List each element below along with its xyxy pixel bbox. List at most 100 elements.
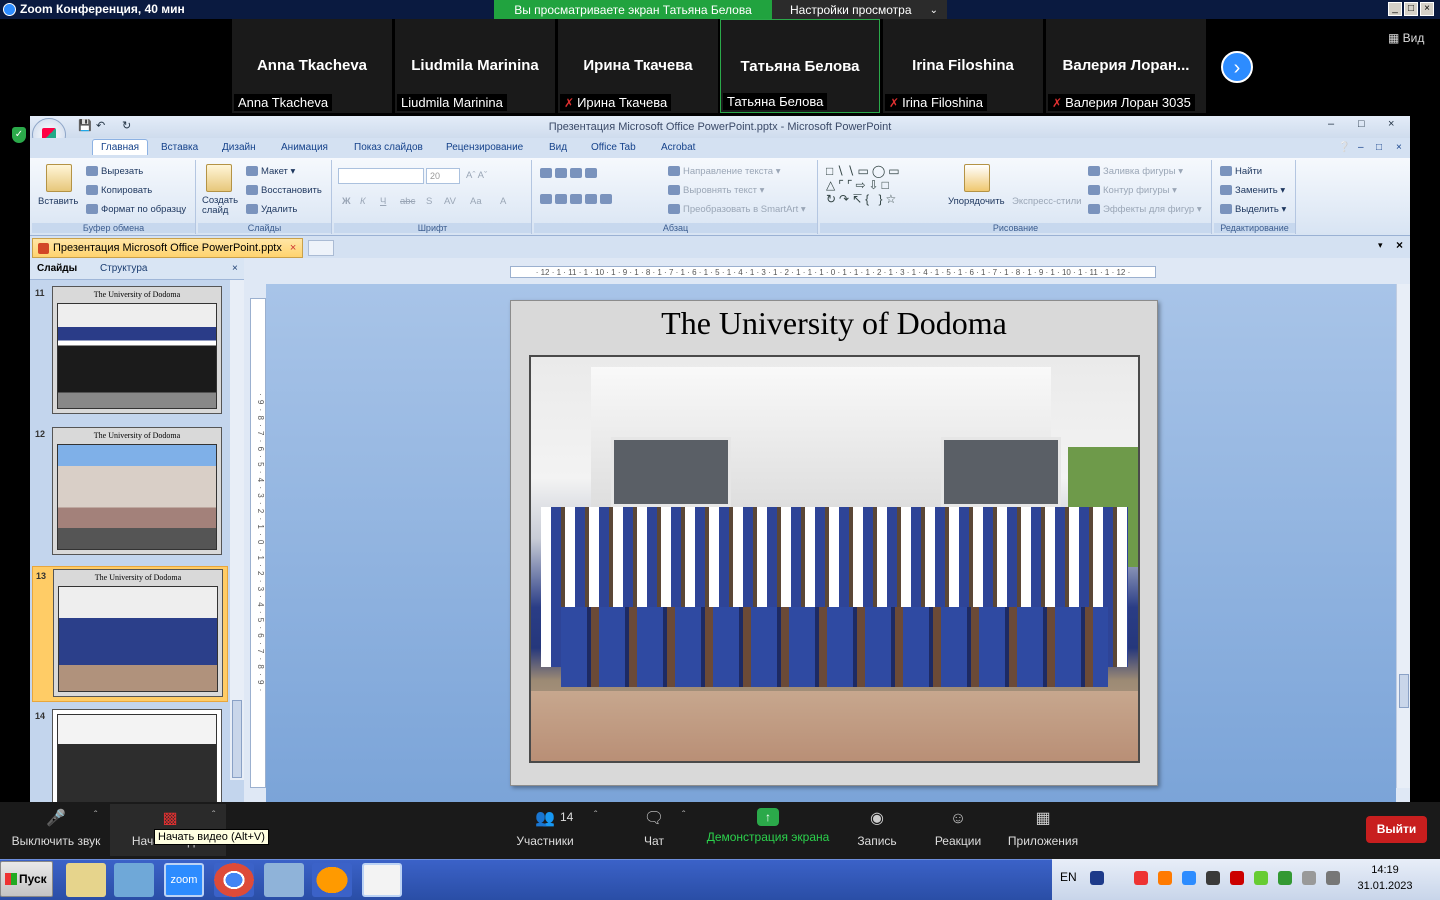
start-button[interactable]: Пуск: [0, 861, 53, 897]
ribbon-restore-icon[interactable]: □: [1376, 142, 1382, 153]
close-panel-icon[interactable]: ×: [232, 263, 238, 274]
view-button[interactable]: ▦ Вид: [1388, 31, 1424, 45]
delete-slide-button[interactable]: Удалить: [246, 204, 297, 215]
close-document-icon[interactable]: ×: [1396, 238, 1403, 252]
scrollbar-thumb[interactable]: [1399, 674, 1409, 708]
chat-button[interactable]: 🗨 Чат ˆ: [636, 808, 686, 848]
acrobat-tray-icon[interactable]: [1230, 871, 1244, 885]
slide-thumbnail[interactable]: 11 The University of Dodoma: [32, 284, 228, 420]
participant-tile[interactable]: Liudmila Marinina Liudmila Marinina: [395, 19, 555, 113]
new-tab-button[interactable]: [308, 240, 334, 256]
avast-tray-icon[interactable]: [1158, 871, 1172, 885]
network-tray-icon[interactable]: [1278, 871, 1292, 885]
slide-thumbnail[interactable]: 12 The University of Dodoma: [32, 425, 228, 561]
ppt-minimize-icon[interactable]: –: [1328, 118, 1334, 130]
tab-list-icon[interactable]: ▾: [1378, 240, 1383, 251]
ribbon-minimize-icon[interactable]: –: [1358, 142, 1364, 153]
close-tab-icon[interactable]: ×: [290, 242, 296, 254]
layout-button[interactable]: Макет ▾: [246, 166, 295, 177]
yandex-tray-icon[interactable]: [1134, 871, 1148, 885]
clock-time[interactable]: 14:19: [1360, 864, 1410, 876]
shape-fill-button[interactable]: Заливка фигуры ▾: [1088, 166, 1183, 177]
reset-button[interactable]: Восстановить: [246, 185, 322, 196]
nvidia-tray-icon[interactable]: [1254, 871, 1268, 885]
tab-slides[interactable]: Слайды: [37, 263, 77, 274]
share-screen-button[interactable]: ↑ Демонстрация экрана: [704, 808, 832, 844]
security-shield-icon[interactable]: ✓: [12, 127, 26, 143]
copy-button[interactable]: Копировать: [86, 185, 152, 196]
document-tab[interactable]: Презентация Microsoft Office PowerPoint.…: [32, 238, 304, 258]
font-color-icon[interactable]: A: [500, 196, 506, 207]
paste-button[interactable]: Вставить: [38, 196, 78, 207]
reactions-button[interactable]: ☺ Реакции: [930, 808, 986, 848]
bold-icon[interactable]: Ж: [342, 196, 351, 207]
shapes-gallery[interactable]: □∖∖▭◯▭ △⌜⌜⇨⇩□ ↻↷↸{ }☆: [826, 164, 903, 206]
underline-icon[interactable]: Ч: [380, 196, 386, 207]
document-taskbar-icon[interactable]: [362, 863, 402, 897]
tab-slideshow[interactable]: Показ слайдов: [354, 142, 423, 153]
bullets-icon[interactable]: [540, 168, 600, 179]
align-text-button[interactable]: Выровнять текст ▾: [668, 185, 764, 196]
case-icon[interactable]: Aa: [470, 196, 482, 207]
shadow-icon[interactable]: S: [426, 196, 432, 207]
font-size-field[interactable]: 20: [426, 168, 460, 184]
tab-animation[interactable]: Анимация: [281, 142, 328, 153]
save-icon[interactable]: 💾: [78, 119, 92, 132]
mute-button[interactable]: 🎤 Выключить звук ˆ: [8, 808, 104, 848]
shape-effects-button[interactable]: Эффекты для фигур ▾: [1088, 204, 1202, 215]
battery-tray-icon[interactable]: [1326, 871, 1340, 885]
next-page-arrow-icon[interactable]: ›: [1221, 51, 1253, 83]
zoom-taskbar-icon[interactable]: zoom: [164, 863, 204, 897]
ppt-close-icon[interactable]: ×: [1388, 118, 1394, 130]
language-indicator[interactable]: EN: [1060, 870, 1077, 884]
apps-button[interactable]: ▦ Приложения: [1004, 808, 1082, 848]
new-slide-button[interactable]: Создать слайд: [202, 196, 242, 216]
slide-title[interactable]: The University of Dodoma: [511, 305, 1157, 342]
select-button[interactable]: Выделить ▾: [1220, 204, 1286, 215]
participant-tile[interactable]: Anna Tkacheva Anna Tkacheva: [232, 19, 392, 113]
ppt-maximize-icon[interactable]: □: [1358, 118, 1365, 130]
close-button[interactable]: ×: [1420, 2, 1434, 16]
minimize-button[interactable]: _: [1388, 2, 1402, 16]
participants-button[interactable]: 👥 Участники 14 ˆ: [508, 808, 597, 848]
italic-icon[interactable]: К: [360, 196, 366, 207]
tab-design[interactable]: Дизайн: [222, 142, 256, 153]
explorer-taskbar-icon[interactable]: [66, 863, 106, 897]
app-tray-icon[interactable]: [1206, 871, 1220, 885]
firefox-taskbar-icon[interactable]: [312, 863, 352, 897]
folder-taskbar-icon[interactable]: [264, 863, 304, 897]
find-button[interactable]: Найти: [1220, 166, 1262, 177]
redo-icon[interactable]: ↻: [122, 119, 131, 132]
arrange-button[interactable]: Упорядочить: [948, 196, 1005, 207]
participant-tile[interactable]: Ирина Ткачева ✗ Ирина Ткачева: [558, 19, 718, 113]
undo-icon[interactable]: ↶: [96, 119, 105, 132]
participant-tile[interactable]: Irina Filoshina ✗ Irina Filoshina: [883, 19, 1043, 113]
main-scrollbar[interactable]: [1396, 284, 1410, 788]
quick-styles-button[interactable]: Экспресс-стили: [1012, 196, 1081, 207]
chrome-taskbar-icon[interactable]: [214, 863, 254, 897]
tab-insert[interactable]: Вставка: [161, 142, 198, 153]
text-direction-button[interactable]: Направление текста ▾: [668, 166, 780, 177]
tab-outline[interactable]: Структура: [100, 263, 147, 274]
zoom-tray-icon[interactable]: [1182, 871, 1196, 885]
grow-font-icon[interactable]: Aˆ Aˇ: [466, 170, 487, 181]
restore-button[interactable]: □: [1404, 2, 1418, 16]
help-icon[interactable]: ❔: [1338, 142, 1350, 153]
slides-scrollbar[interactable]: [230, 280, 244, 780]
format-painter-button[interactable]: Формат по образцу: [86, 204, 186, 215]
help-tray-icon[interactable]: [1090, 871, 1104, 885]
strike-icon[interactable]: abc: [400, 196, 415, 207]
spacing-icon[interactable]: AV: [444, 196, 456, 207]
view-options-dropdown[interactable]: Настройки просмотра ⌄: [772, 0, 947, 21]
media-player-taskbar-icon[interactable]: [114, 863, 154, 897]
tab-office-tab[interactable]: Office Tab: [591, 142, 636, 153]
participant-tile-active[interactable]: Татьяна Белова Татьяна Белова: [720, 19, 880, 113]
slide-thumbnail-selected[interactable]: 13 The University of Dodoma: [32, 566, 228, 702]
tab-home[interactable]: Главная: [92, 139, 149, 155]
leave-button[interactable]: Выйти: [1366, 816, 1427, 843]
ribbon-close-icon[interactable]: ×: [1396, 142, 1402, 153]
align-icons[interactable]: [540, 194, 615, 205]
slide-photo[interactable]: [529, 355, 1140, 763]
cut-button[interactable]: Вырезать: [86, 166, 143, 177]
tab-acrobat[interactable]: Acrobat: [661, 142, 695, 153]
